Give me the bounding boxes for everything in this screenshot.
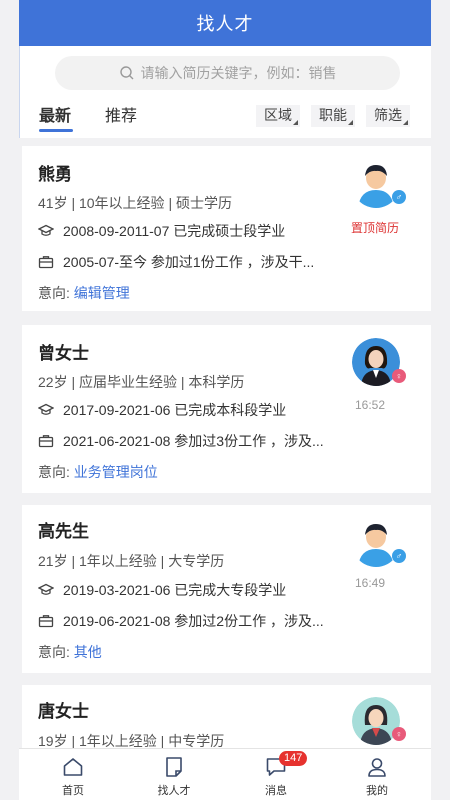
filter-region-label: 区域 — [264, 107, 292, 123]
education-text: 2008-09-2011-07 已完成硕士段学业 — [63, 223, 286, 239]
nav-home-label: 首页 — [62, 785, 84, 797]
nav-messages-label: 消息 — [265, 785, 287, 797]
male-gender-icon: ♂ — [392, 549, 406, 563]
tab-recommended[interactable]: 推荐 — [105, 102, 137, 126]
filter-function[interactable]: 职能 — [311, 105, 355, 127]
intent-label: 意向: — [38, 285, 70, 301]
tab-latest[interactable]: 最新 — [39, 102, 71, 126]
female-gender-icon: ♀ — [392, 369, 406, 383]
intent-value: 编辑管理 — [73, 285, 130, 301]
search-icon — [119, 66, 133, 80]
filter-more-label: 筛选 — [374, 107, 402, 123]
dropdown-corner-icon — [348, 120, 353, 125]
candidate-meta: 41岁 | 10年以上经验 | 硕士学历 — [38, 195, 232, 211]
briefcase-icon — [38, 256, 54, 269]
male-gender-icon: ♂ — [392, 190, 406, 204]
update-time: 16:49 — [355, 576, 386, 590]
candidate-meta: 19岁 | 1年以上经验 | 中专学历 — [38, 733, 225, 748]
intent-row: 意向: 编辑管理 — [38, 283, 130, 303]
intent-value: 业务管理岗位 — [73, 464, 158, 480]
work-text: 2021-06-2021-08 参加过3份工作 ，涉及... — [63, 433, 324, 449]
home-icon — [63, 758, 83, 776]
pinned-resume-badge: 置顶简历 — [351, 221, 400, 235]
dropdown-corner-icon — [403, 120, 408, 125]
candidate-card[interactable]: 熊勇 41岁 | 10年以上经验 | 硕士学历 2008-09-2011-07 … — [22, 146, 431, 311]
candidate-card[interactable]: 高先生 21岁 | 1年以上经验 | 大专学历 2019-03-2021-06 … — [22, 505, 431, 673]
candidate-name: 唐女士 — [38, 702, 89, 721]
search-input[interactable]: 请输入简历关键字，例如：销售 — [55, 56, 400, 90]
page-title: 找人才 — [196, 14, 254, 34]
user-icon — [368, 758, 386, 777]
graduation-cap-icon — [38, 583, 54, 595]
update-time: 16:52 — [355, 398, 386, 412]
work-row: 2021-06-2021-08 参加过3份工作 ，涉及... — [38, 431, 324, 451]
unread-badge: 147 — [279, 751, 308, 766]
graduation-cap-icon — [38, 224, 54, 236]
briefcase-icon — [38, 615, 54, 628]
intent-row: 意向: 其他 — [38, 642, 102, 662]
graduation-cap-icon — [38, 403, 54, 415]
filter-more[interactable]: 筛选 — [366, 105, 410, 127]
dropdown-corner-icon — [293, 120, 298, 125]
nav-find-talent[interactable]: 找人才 — [144, 755, 204, 798]
intent-label: 意向: — [38, 644, 70, 660]
intent-label: 意向: — [38, 464, 70, 480]
female-gender-icon: ♀ — [392, 727, 406, 741]
intent-value: 其他 — [73, 644, 102, 660]
education-row: 2017-09-2021-06 已完成本科段学业 — [38, 400, 286, 420]
work-row: 2019-06-2021-08 参加过2份工作 ，涉及... — [38, 611, 324, 631]
filter-function-label: 职能 — [319, 107, 347, 123]
work-text: 2019-06-2021-08 参加过2份工作 ，涉及... — [63, 613, 324, 629]
candidate-card[interactable]: 唐女士 19岁 | 1年以上经验 | 中专学历 ♀ — [22, 685, 431, 748]
nav-home[interactable]: 首页 — [43, 755, 103, 798]
nav-mine-label: 我的 — [366, 785, 388, 797]
nav-find-talent-label: 找人才 — [157, 785, 191, 797]
candidate-meta: 21岁 | 1年以上经验 | 大专学历 — [38, 553, 225, 569]
intent-row: 意向: 业务管理岗位 — [38, 462, 158, 482]
briefcase-icon — [38, 435, 54, 448]
candidate-name: 高先生 — [38, 522, 89, 541]
candidate-name: 熊勇 — [38, 165, 72, 184]
filter-region[interactable]: 区域 — [256, 105, 300, 127]
document-icon — [166, 757, 182, 777]
search-placeholder: 请输入简历关键字，例如：销售 — [140, 65, 337, 81]
work-text: 2005-07-至今 参加过1份工作 ，涉及干... — [63, 254, 315, 270]
education-text: 2017-09-2021-06 已完成本科段学业 — [63, 402, 287, 418]
header-area: 请输入简历关键字，例如：销售 最新 推荐 区域 职能 筛选 — [19, 46, 431, 138]
candidate-card[interactable]: 曾女士 22岁 | 应届毕业生经验 | 本科学历 2017-09-2021-06… — [22, 325, 431, 493]
candidate-name: 曾女士 — [38, 344, 89, 363]
tab-underline — [39, 129, 73, 132]
education-row: 2019-03-2021-06 已完成大专段学业 — [38, 580, 286, 600]
education-row: 2008-09-2011-07 已完成硕士段学业 — [38, 221, 285, 241]
candidate-meta: 22岁 | 应届毕业生经验 | 本科学历 — [38, 374, 245, 390]
top-bar: 找人才 — [19, 0, 431, 46]
work-row: 2005-07-至今 参加过1份工作 ，涉及干... — [38, 252, 314, 272]
bottom-nav: 首页 找人才 消息 147 我的 — [19, 748, 431, 800]
nav-mine[interactable]: 我的 — [347, 755, 407, 798]
education-text: 2019-03-2021-06 已完成大专段学业 — [63, 582, 287, 598]
